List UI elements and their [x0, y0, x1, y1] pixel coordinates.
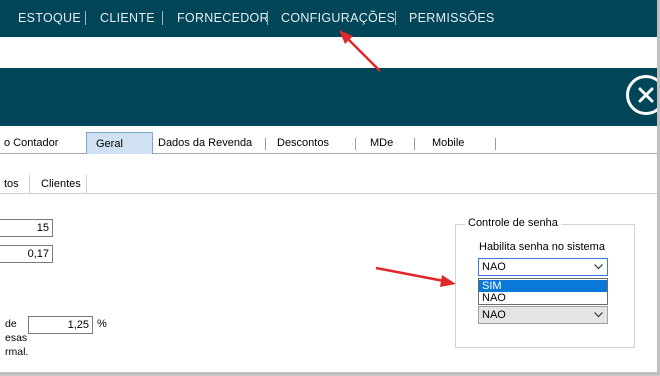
tab-separator: [414, 138, 415, 150]
annotation-arrow: [375, 266, 456, 287]
page-banner: [0, 68, 657, 126]
subtab-tos[interactable]: tos: [0, 175, 30, 193]
secondary-select-value: NAO: [482, 309, 506, 321]
value-input-1[interactable]: 15: [0, 219, 53, 237]
tab-separator: [265, 138, 266, 150]
tab-contador[interactable]: o Contador: [4, 134, 58, 153]
close-icon: [638, 87, 654, 103]
enable-password-select[interactable]: NAO: [478, 258, 608, 276]
enable-password-value: NAO: [482, 261, 506, 273]
subtab-bar: tos Clientes: [0, 175, 657, 194]
nav-item-estoque[interactable]: ESTOQUE: [18, 0, 81, 37]
value-input-2[interactable]: 0,17: [0, 245, 53, 263]
nav-separator: [395, 11, 396, 25]
tab-separator: [495, 138, 496, 150]
annotation-arrow: [339, 30, 381, 72]
password-group-title: Controle de senha: [465, 217, 561, 229]
app-window: ESTOQUE CLIENTE FORNECEDOR CONFIGURAÇÕES…: [0, 0, 660, 375]
nav-item-fornecedor[interactable]: FORNECEDOR: [177, 0, 269, 37]
nav-item-cliente[interactable]: CLIENTE: [100, 0, 155, 37]
nav-item-permissoes[interactable]: PERMISSÕES: [409, 0, 495, 37]
secondary-select[interactable]: NAO: [478, 306, 608, 324]
tab-geral[interactable]: Geral: [86, 132, 153, 154]
tab-descontos[interactable]: Descontos: [277, 134, 329, 153]
top-navigation: ESTOQUE CLIENTE FORNECEDOR CONFIGURAÇÕES…: [0, 0, 657, 37]
percent-unit: %: [97, 318, 107, 330]
nav-separator: [85, 11, 86, 25]
tab-dados-revenda[interactable]: Dados da Revenda: [158, 134, 252, 153]
field-label-fragment: de: [5, 318, 17, 330]
field-label-fragment: rmal.: [5, 346, 29, 358]
nav-separator: [267, 11, 268, 25]
tab-mobile[interactable]: Mobile: [432, 134, 464, 153]
nav-separator: [162, 11, 163, 25]
chevron-down-icon: [594, 264, 603, 270]
chevron-down-icon: [594, 312, 603, 318]
tab-mde[interactable]: MDe: [370, 134, 393, 153]
dropdown-option-sim[interactable]: SIM: [479, 280, 607, 292]
subtab-clientes[interactable]: Clientes: [30, 175, 87, 193]
field-label-fragment: esas: [5, 332, 28, 344]
close-button[interactable]: [626, 75, 657, 115]
enable-password-dropdown: SIM NAO: [478, 278, 608, 305]
tab-separator: [355, 138, 356, 150]
enable-password-label: Habilita senha no sistema: [479, 241, 605, 253]
dropdown-option-nao[interactable]: NAO: [479, 292, 607, 304]
percent-input[interactable]: 1,25: [28, 316, 93, 334]
tab-bar: o Contador Geral Dados da Revenda Descon…: [0, 132, 657, 154]
